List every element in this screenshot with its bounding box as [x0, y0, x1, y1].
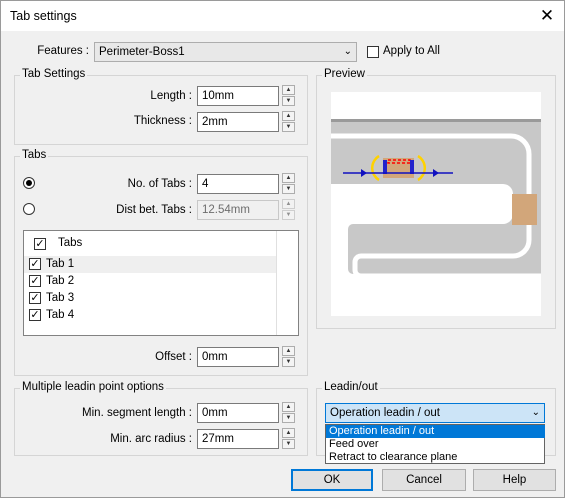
length-input[interactable]: 10mm [197, 86, 279, 106]
chevron-down-icon: ⌄ [531, 407, 540, 418]
tabs-header-checkbox[interactable]: ✓ [34, 238, 46, 250]
preview-group-label: Preview [322, 68, 367, 80]
length-label: Length : [150, 90, 192, 102]
no-of-tabs-radio[interactable] [23, 177, 35, 189]
apply-to-all-label: Apply to All [383, 45, 440, 57]
spin-down-icon[interactable]: ▼ [282, 413, 295, 423]
spin-down-icon[interactable]: ▼ [282, 184, 295, 194]
title-bar: Tab settings ✕ [1, 1, 564, 31]
apply-to-all-checkbox[interactable] [367, 46, 379, 58]
chevron-down-icon: ⌄ [343, 46, 352, 57]
offset-spinner[interactable]: ▲ ▼ [282, 346, 295, 367]
thickness-spinner[interactable]: ▲ ▼ [282, 111, 295, 132]
list-column-divider [276, 231, 277, 335]
length-spinner[interactable]: ▲ ▼ [282, 85, 295, 106]
tabs-group-label: Tabs [20, 149, 49, 161]
dropdown-option-retract[interactable]: Retract to clearance plane [326, 451, 545, 464]
spin-down-icon[interactable]: ▼ [282, 96, 295, 106]
features-label: Features : [37, 45, 89, 57]
tab-settings-dialog: Tab settings ✕ Features : Perimeter-Boss… [0, 0, 565, 498]
thickness-input[interactable]: 2mm [197, 112, 279, 132]
spin-up-icon[interactable]: ▲ [282, 402, 295, 412]
tabs-list[interactable]: ✓ Tabs ✓ Tab 1 ✓ Tab 2 ✓ Tab 3 ✓ Tab 4 [23, 230, 299, 336]
close-icon[interactable]: ✕ [530, 1, 564, 31]
features-select[interactable]: Perimeter-Boss1 ⌄ [94, 42, 357, 62]
min-segment-length-label: Min. segment length : [82, 407, 192, 419]
cancel-button[interactable]: Cancel [382, 469, 466, 491]
dist-between-tabs-input: 12.54mm [197, 200, 279, 220]
spin-up-icon[interactable]: ▲ [282, 173, 295, 183]
list-item[interactable]: ✓ Tab 3 [24, 290, 276, 307]
features-value: Perimeter-Boss1 [99, 46, 185, 58]
dist-between-tabs-radio[interactable] [23, 203, 35, 215]
dropdown-option-operation-leadin[interactable]: Operation leadin / out [326, 425, 545, 438]
min-segment-length-input[interactable]: 0mm [197, 403, 279, 423]
tab-1-label: Tab 1 [46, 258, 75, 270]
leadin-out-select[interactable]: Operation leadin / out ⌄ [325, 403, 545, 423]
min-arc-radius-label: Min. arc radius : [110, 433, 192, 445]
spin-up-icon[interactable]: ▲ [282, 85, 295, 95]
offset-input[interactable]: 0mm [197, 347, 279, 367]
no-of-tabs-input[interactable]: 4 [197, 174, 279, 194]
tab-marker [512, 194, 537, 225]
leadin-out-dropdown: Operation leadin / out Feed over Retract… [325, 424, 545, 464]
tabs-list-header: Tabs [58, 237, 83, 249]
spin-down-icon[interactable]: ▼ [282, 122, 295, 132]
tab-2-checkbox[interactable]: ✓ [29, 275, 41, 287]
tab-3-label: Tab 3 [46, 292, 75, 304]
thickness-label: Thickness : [133, 115, 192, 127]
list-item[interactable]: ✓ Tab 4 [24, 307, 276, 324]
list-item[interactable]: ✓ Tab 2 [24, 273, 276, 290]
min-arc-radius-spinner[interactable]: ▲ ▼ [282, 428, 295, 449]
min-segment-length-spinner[interactable]: ▲ ▼ [282, 402, 295, 423]
toolpath-preview [331, 92, 541, 316]
help-button[interactable]: Help [473, 469, 556, 491]
leadin-out-value: Operation leadin / out [330, 407, 440, 419]
dist-between-tabs-spinner: ▲ ▼ [282, 199, 295, 220]
spin-down-icon[interactable]: ▼ [282, 357, 295, 367]
tab-2-label: Tab 2 [46, 275, 75, 287]
spin-down-icon: ▼ [282, 210, 295, 220]
dialog-title: Tab settings [10, 9, 77, 23]
no-of-tabs-spinner[interactable]: ▲ ▼ [282, 173, 295, 194]
spin-up-icon[interactable]: ▲ [282, 346, 295, 356]
tab-1-checkbox[interactable]: ✓ [29, 258, 41, 270]
tab-4-label: Tab 4 [46, 309, 75, 321]
spin-up-icon[interactable]: ▲ [282, 111, 295, 121]
min-arc-radius-input[interactable]: 27mm [197, 429, 279, 449]
tab-4-checkbox[interactable]: ✓ [29, 309, 41, 321]
offset-label: Offset : [155, 351, 192, 363]
ok-button[interactable]: OK [291, 469, 373, 491]
tab-3-checkbox[interactable]: ✓ [29, 292, 41, 304]
spin-up-icon: ▲ [282, 199, 295, 209]
leadin-out-group-label: Leadin/out [322, 381, 380, 393]
tab-settings-group-label: Tab Settings [20, 68, 88, 80]
no-of-tabs-label: No. of Tabs : [127, 178, 192, 190]
dist-between-tabs-label: Dist bet. Tabs : [116, 204, 192, 216]
spin-up-icon[interactable]: ▲ [282, 428, 295, 438]
multiple-leadin-group-label: Multiple leadin point options [20, 381, 166, 393]
spin-down-icon[interactable]: ▼ [282, 439, 295, 449]
dropdown-option-feed-over[interactable]: Feed over [326, 438, 545, 451]
list-item[interactable]: ✓ Tab 1 [24, 256, 276, 273]
